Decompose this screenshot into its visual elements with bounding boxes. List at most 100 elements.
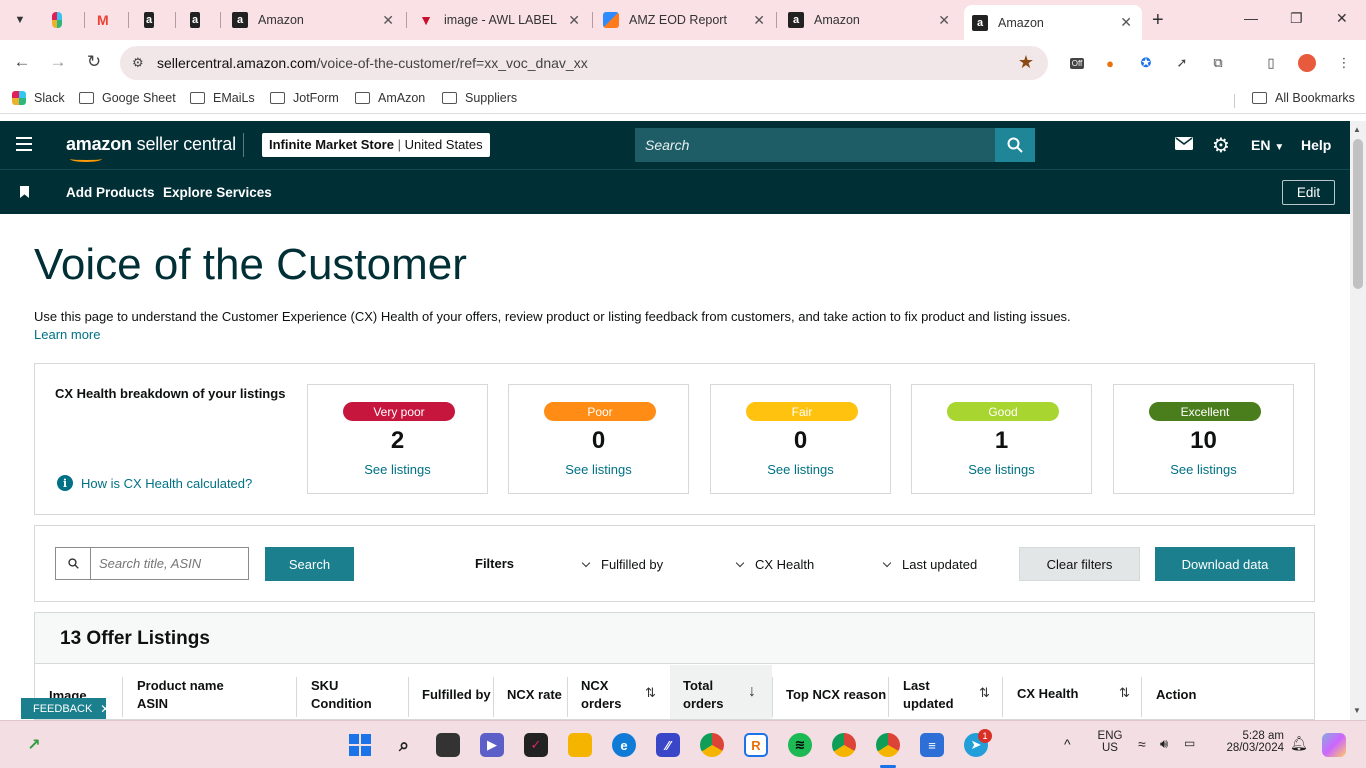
cx-health-dropdown[interactable]: CX Health: [735, 557, 814, 572]
column-header-cx-health[interactable]: CX Health: [1017, 685, 1078, 703]
see-listings-link[interactable]: See listings: [1114, 462, 1293, 477]
sort-arrows-icon[interactable]: ⇅: [1119, 685, 1130, 701]
chrome-icon[interactable]: [700, 733, 724, 757]
tab-amazon-1[interactable]: a: [144, 6, 164, 34]
scroll-down-icon[interactable]: ▼: [1353, 706, 1361, 715]
tab-close-icon[interactable]: ✕: [382, 12, 394, 29]
window-close-icon[interactable]: ✕: [1336, 10, 1348, 27]
extensions-puzzle-icon[interactable]: ⧉: [1208, 53, 1228, 73]
r-app-icon[interactable]: R: [744, 733, 768, 757]
column-header-fulfilled-by[interactable]: Fulfilled by: [422, 686, 491, 704]
extension-fox-icon[interactable]: ●: [1100, 53, 1120, 73]
bookmark-star-icon[interactable]: ★: [1018, 52, 1034, 73]
back-arrow-icon[interactable]: ←: [12, 52, 32, 72]
volume-icon[interactable]: 🔊︎: [1160, 736, 1168, 752]
language-indicator[interactable]: ENG US: [1096, 730, 1124, 754]
extension-network-icon[interactable]: ✪: [1136, 53, 1156, 73]
wifi-icon[interactable]: ≈: [1138, 736, 1146, 752]
column-header-last-updated[interactable]: Last updated: [903, 677, 954, 713]
tab-close-icon[interactable]: ✕: [1120, 14, 1132, 31]
task-view-icon[interactable]: [436, 733, 460, 757]
minimize-icon[interactable]: —: [1244, 10, 1258, 26]
page-scrollbar[interactable]: ▲ ▼: [1350, 121, 1366, 720]
chrome-profile-icon[interactable]: [832, 733, 856, 757]
tab-amazon-2[interactable]: a: [190, 6, 210, 34]
header-search[interactable]: Search: [635, 128, 1035, 162]
address-bar[interactable]: ⚙ sellercentral.amazon.com/voice-of-the-…: [120, 46, 1048, 80]
edit-button[interactable]: Edit: [1282, 180, 1335, 205]
all-bookmarks[interactable]: All Bookmarks: [1252, 91, 1355, 105]
store-selector[interactable]: Infinite Market Store | United States: [262, 133, 490, 157]
tab-close-icon[interactable]: ✕: [753, 12, 765, 29]
tab-amazon-active[interactable]: a Amazon ✕: [964, 5, 1142, 40]
system-clock[interactable]: 5:28 am 28/03/2024: [1218, 730, 1284, 754]
tab-amazon-4[interactable]: a Amazon ✕: [788, 6, 960, 34]
column-header-sku[interactable]: SKU Condition: [311, 677, 372, 713]
meet-icon[interactable]: ▶: [480, 733, 504, 757]
editor-icon[interactable]: ∕∕: [656, 733, 680, 757]
see-listings-link[interactable]: See listings: [308, 462, 487, 477]
download-data-button[interactable]: Download data: [1155, 547, 1295, 581]
scroll-thumb[interactable]: [1353, 139, 1363, 289]
tab-slack[interactable]: [52, 6, 72, 34]
notification-bell-icon[interactable]: 🔔︎: [1290, 735, 1308, 752]
spotify-icon[interactable]: ≋: [788, 733, 812, 757]
tab-search-chevron-icon[interactable]: ▼: [8, 8, 32, 32]
see-listings-link[interactable]: See listings: [912, 462, 1091, 477]
copilot-icon[interactable]: [1322, 733, 1346, 757]
new-tab-icon[interactable]: +: [1152, 9, 1164, 32]
settings-gear-icon[interactable]: ⚙: [1212, 133, 1230, 158]
learn-more-link[interactable]: Learn more: [34, 327, 100, 342]
help-link[interactable]: Help: [1301, 137, 1331, 153]
app-icon[interactable]: ✓: [524, 733, 548, 757]
seller-central-logo[interactable]: amazon seller central: [66, 134, 236, 162]
chevron-up-icon[interactable]: ^: [1064, 736, 1071, 752]
browser-menu-icon[interactable]: ⋮: [1334, 53, 1354, 73]
bookmark-amazon[interactable]: AmAzon: [355, 91, 425, 105]
tab-awl-label[interactable]: ▼ image - AWL LABEL ✕: [418, 6, 590, 34]
column-header-product-name[interactable]: Product name ASIN: [137, 677, 224, 713]
forward-arrow-icon[interactable]: →: [48, 52, 68, 72]
fulfilled-by-dropdown[interactable]: Fulfilled by: [581, 557, 663, 572]
site-settings-icon[interactable]: ⚙: [132, 55, 144, 71]
search-icon[interactable]: ⌕: [392, 733, 416, 757]
extension-arrow-icon[interactable]: ➚: [1172, 53, 1192, 73]
restore-icon[interactable]: ❐: [1290, 10, 1303, 27]
tab-amazon-3[interactable]: a Amazon ✕: [232, 6, 404, 34]
search-button[interactable]: Search: [265, 547, 354, 581]
explore-services-link[interactable]: Explore Services: [163, 185, 272, 200]
see-listings-link[interactable]: See listings: [711, 462, 890, 477]
language-selector[interactable]: EN ▼: [1251, 137, 1284, 153]
mail-icon[interactable]: [1175, 135, 1193, 155]
tab-gmail[interactable]: M: [97, 6, 117, 34]
file-explorer-icon[interactable]: [568, 733, 592, 757]
column-header-total-orders[interactable]: Total orders: [683, 677, 723, 713]
bookmark-jotform[interactable]: JotForm: [270, 91, 339, 105]
edge-icon[interactable]: e: [612, 733, 636, 757]
close-icon[interactable]: ✕: [100, 702, 110, 716]
bookmark-suppliers[interactable]: Suppliers: [442, 91, 517, 105]
add-products-link[interactable]: Add Products: [66, 185, 155, 200]
column-header-top-ncx-reason[interactable]: Top NCX reason: [786, 686, 886, 704]
scroll-up-icon[interactable]: ▲: [1353, 125, 1361, 134]
extension-off-icon[interactable]: Off: [1067, 53, 1087, 73]
sort-arrows-icon[interactable]: ⇅: [645, 685, 656, 701]
profile-avatar[interactable]: [1297, 53, 1317, 73]
hamburger-menu-icon[interactable]: [16, 137, 32, 151]
sort-arrows-icon[interactable]: ⇅: [979, 685, 990, 701]
bookmark-icon[interactable]: [20, 186, 29, 198]
feedback-button[interactable]: FEEDBACK ✕: [21, 698, 110, 719]
last-updated-dropdown[interactable]: Last updated: [882, 557, 977, 572]
start-windows-icon[interactable]: [348, 733, 372, 757]
tab-eod-report[interactable]: AMZ EOD Report ✕: [603, 6, 775, 34]
column-header-ncx-orders[interactable]: NCX orders: [581, 677, 621, 713]
header-search-button[interactable]: [995, 128, 1035, 162]
battery-icon[interactable]: ▭: [1184, 736, 1195, 750]
notepad-icon[interactable]: ≡: [920, 733, 944, 757]
reload-icon[interactable]: ↻: [84, 52, 104, 72]
stocks-widget-icon[interactable]: ↗: [22, 733, 46, 757]
chrome-active-icon[interactable]: [876, 733, 900, 757]
clear-filters-button[interactable]: Clear filters: [1019, 547, 1140, 581]
bookmark-emails[interactable]: EMaiLs: [190, 91, 255, 105]
tab-close-icon[interactable]: ✕: [938, 12, 950, 29]
